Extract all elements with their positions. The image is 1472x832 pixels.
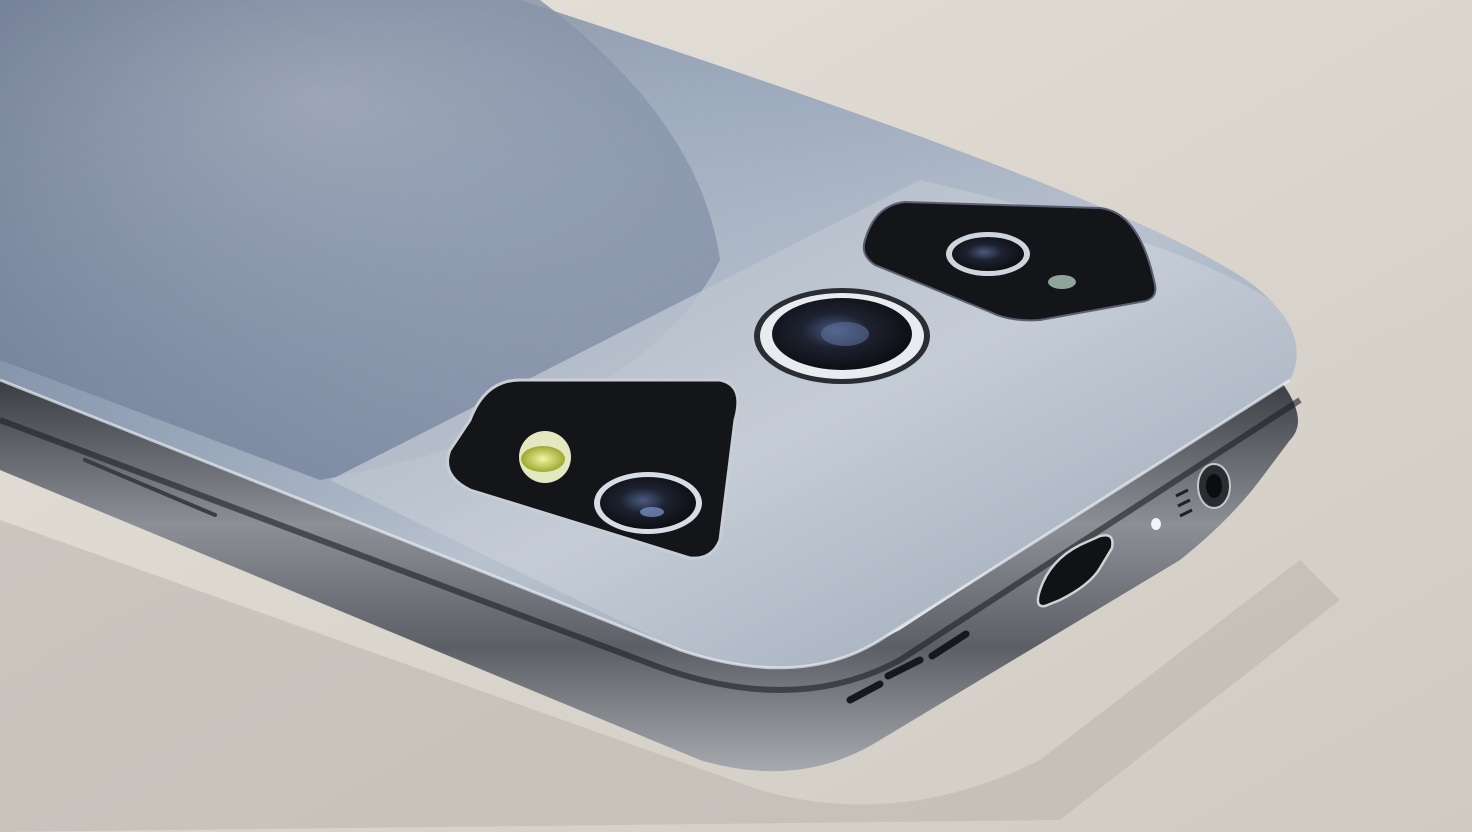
lens-glint-lower [640, 507, 664, 517]
camera-lens-icon [952, 237, 1024, 271]
camera-lens-icon [600, 477, 696, 529]
microphone-hole [1151, 518, 1161, 530]
phone-photo [0, 0, 1472, 832]
sensor-dot [1048, 275, 1076, 289]
jack-hole [1206, 474, 1222, 498]
main-lens-glint [821, 322, 869, 346]
phone-illustration [0, 0, 1472, 832]
flash-icon [521, 446, 565, 472]
